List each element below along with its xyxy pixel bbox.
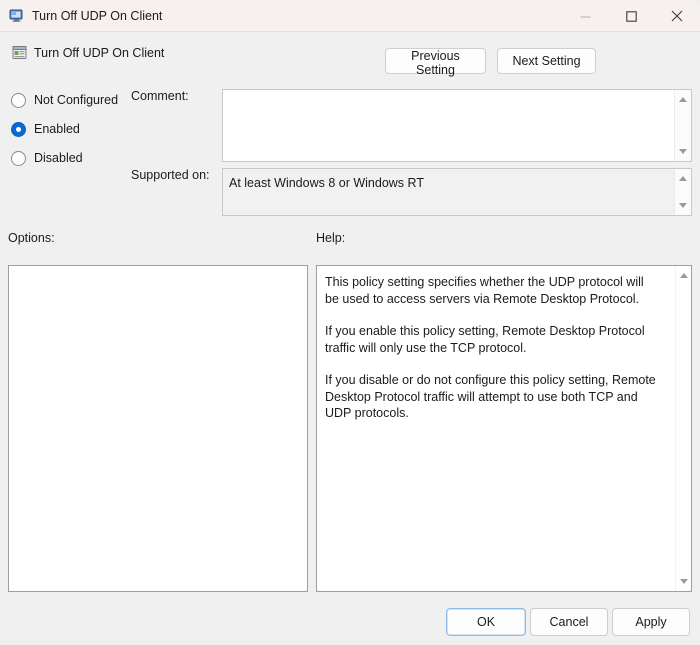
scroll-down-button[interactable] [675,144,691,159]
title-bar: Turn Off UDP On Client [0,0,700,32]
setting-name-heading: Turn Off UDP On Client [34,46,165,60]
apply-button[interactable]: Apply [612,608,690,636]
maximize-button[interactable] [608,0,654,32]
radio-label-enabled: Enabled [34,122,80,136]
window-title: Turn Off UDP On Client [32,9,163,23]
options-label: Options: [8,231,55,245]
next-setting-button[interactable]: Next Setting [497,48,596,74]
radio-circle-icon [11,92,26,108]
chevron-up-icon [679,176,687,181]
comment-textarea[interactable] [222,89,692,162]
scroll-up-button[interactable] [675,171,691,186]
policy-setting-icon [12,45,28,61]
supported-on-scrollbar[interactable] [674,169,691,215]
previous-setting-button[interactable]: Previous Setting [385,48,486,77]
radio-not-configured[interactable]: Not Configured [11,91,118,109]
chevron-down-icon [679,149,687,154]
radio-enabled[interactable]: Enabled [11,120,80,138]
radio-circle-icon [11,150,26,166]
radio-label-disabled: Disabled [34,151,83,165]
scroll-up-button[interactable] [676,268,691,283]
comment-label: Comment: [131,89,189,103]
group-policy-setting-window: Turn Off UDP On Client Turn Off UDP On C… [0,0,700,645]
scroll-down-button[interactable] [675,198,691,213]
options-panel[interactable]: The WindowsClub [8,265,308,592]
chevron-up-icon [679,97,687,102]
radio-label-not-configured: Not Configured [34,93,119,107]
chevron-down-icon [679,203,687,208]
help-text: This policy setting specifies whether th… [325,274,661,422]
help-paragraph: If you enable this policy setting, Remot… [325,324,645,355]
minimize-icon [580,16,590,17]
cancel-button[interactable]: Cancel [530,608,608,636]
help-label: Help: [316,231,346,245]
supported-on-textarea[interactable]: At least Windows 8 or Windows RT [222,168,692,216]
close-icon [671,10,683,22]
policy-monitor-icon [9,8,25,24]
help-paragraph: This policy setting specifies whether th… [325,275,644,306]
radio-circle-selected-icon [11,121,26,137]
chevron-down-icon [679,579,688,584]
radio-disabled[interactable]: Disabled [11,149,83,167]
scroll-down-button[interactable] [676,574,691,589]
maximize-icon [625,10,637,22]
chevron-up-icon [679,273,688,278]
comment-scrollbar[interactable] [674,90,691,161]
minimize-button[interactable] [562,0,608,32]
supported-on-label: Supported on: [131,168,210,182]
supported-on-value: At least Windows 8 or Windows RT [229,176,424,190]
scroll-up-button[interactable] [675,92,691,107]
close-button[interactable] [654,0,700,32]
help-panel[interactable]: This policy setting specifies whether th… [316,265,692,592]
ok-button[interactable]: OK [446,608,526,636]
help-paragraph: If you disable or do not configure this … [325,373,656,420]
help-scrollbar[interactable] [675,266,691,591]
